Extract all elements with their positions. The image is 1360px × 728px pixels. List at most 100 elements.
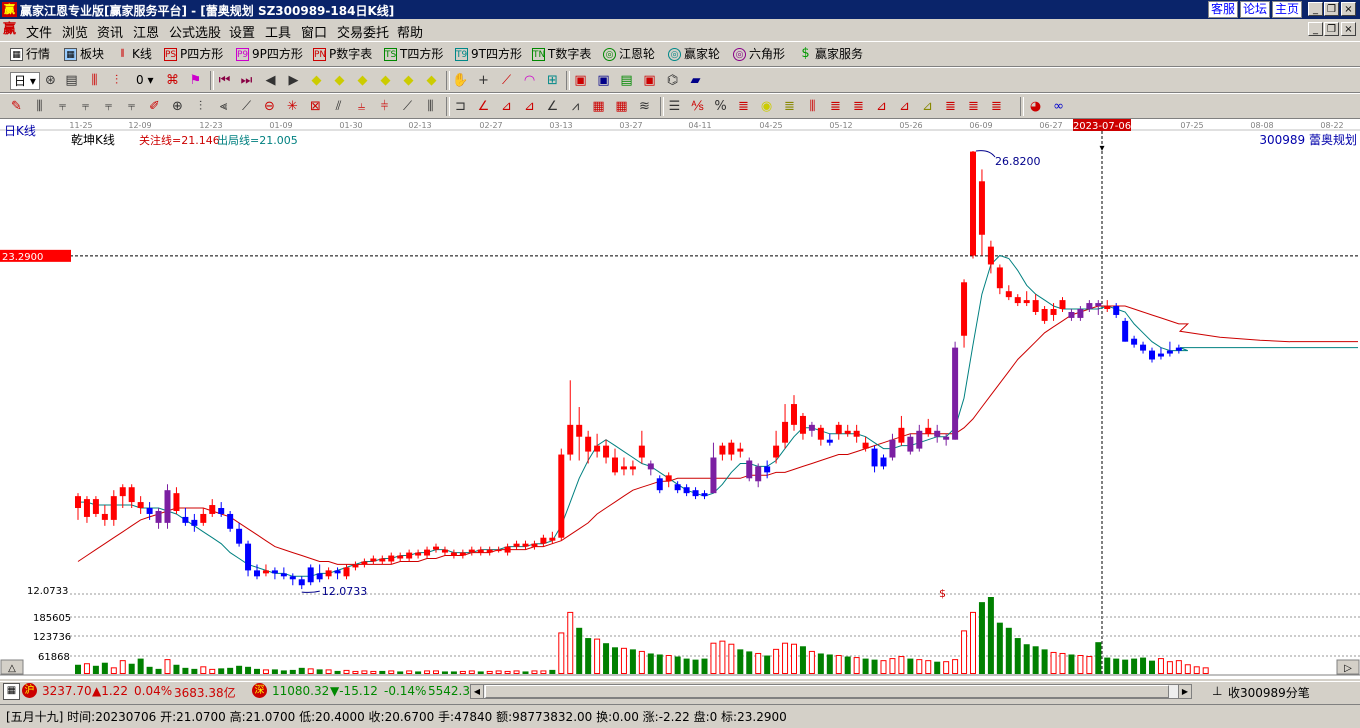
forum-link[interactable]: 论坛 xyxy=(1240,1,1271,18)
next-icon[interactable]: ▶ xyxy=(285,72,302,89)
menu-help[interactable]: 帮助 xyxy=(397,22,423,41)
tb-p-table[interactable]: PN P数字表 xyxy=(313,46,372,62)
menu-trade[interactable]: 交易委托 xyxy=(337,22,389,41)
scroll-right-icon[interactable]: ▶ xyxy=(1178,685,1191,698)
brush-icon[interactable]: ✐ xyxy=(146,98,163,115)
tb-t-square[interactable]: TS T四方形 xyxy=(384,46,443,62)
menu-news[interactable]: 资讯 xyxy=(97,22,123,41)
tb-gann-wheel[interactable]: ◎ 江恩轮 xyxy=(603,46,655,62)
table-2-icon[interactable]: ▦ xyxy=(613,98,630,115)
grid-tool-icon[interactable]: ⫩ xyxy=(376,98,393,115)
save-icon[interactable]: ▣ xyxy=(641,72,658,89)
scroll-left-icon[interactable]: ◀ xyxy=(471,685,484,698)
network-icon[interactable]: ⌬ xyxy=(664,72,681,89)
window-icon[interactable]: ▣ xyxy=(595,72,612,89)
tb-t-table[interactable]: TN T数字表 xyxy=(532,46,591,62)
doc-icon[interactable]: ▤ xyxy=(63,72,80,89)
menu-gann[interactable]: 江恩 xyxy=(133,22,159,41)
level-3-icon[interactable]: ≣ xyxy=(827,98,844,115)
angle-2-icon[interactable]: ⊿ xyxy=(498,98,515,115)
level-5-icon[interactable]: ≣ xyxy=(942,98,959,115)
menu-settings[interactable]: 设置 xyxy=(229,22,255,41)
calendar-icon[interactable]: ▣ xyxy=(572,72,589,89)
tb-hexagon[interactable]: ◎ 六角形 xyxy=(733,46,785,62)
diamond-4-icon[interactable]: ◆ xyxy=(377,72,394,89)
menu-file[interactable]: 文件 xyxy=(26,22,52,41)
prev-icon[interactable]: ◀ xyxy=(262,72,279,89)
diamond-6-icon[interactable]: ◆ xyxy=(423,72,440,89)
percent-tool-icon[interactable]: ⅍ xyxy=(689,98,706,115)
customer-service-link[interactable]: 客服 xyxy=(1208,1,1239,18)
menu-tools[interactable]: 工具 xyxy=(265,22,291,41)
tb-service[interactable]: $ 赢家服务 xyxy=(799,46,863,62)
wave-icon[interactable]: ⩘ xyxy=(567,98,584,115)
mdi-close-button[interactable]: × xyxy=(1341,22,1356,36)
bracket-icon[interactable]: ⊐ xyxy=(452,98,469,115)
scroll-thumb[interactable] xyxy=(485,685,1169,698)
kline-chart-area[interactable]: 11-25 12-09 12-23 01-09 01-30 02-13 02-27 03-13… xyxy=(0,119,1360,679)
flag-icon[interactable]: ⚑ xyxy=(187,72,204,89)
line-tool-icon[interactable]: ⟋ xyxy=(498,72,515,89)
angle-1-icon[interactable]: ∠ xyxy=(475,98,492,115)
menu-formula[interactable]: 公式选股 xyxy=(169,22,221,41)
grid-menu-icon[interactable]: ▦ xyxy=(3,683,20,700)
report-icon[interactable]: ▤ xyxy=(618,72,635,89)
tick-label[interactable]: 收300989分笔 xyxy=(1228,684,1310,701)
gann-tool-3-icon[interactable]: ⫧ xyxy=(100,98,117,115)
percent-icon[interactable]: % xyxy=(712,98,729,115)
restore-button[interactable]: ❐ xyxy=(1324,2,1339,16)
tb-9t-square[interactable]: T9 9T四方形 xyxy=(455,46,522,62)
bars-icon[interactable]: ⫶ xyxy=(192,98,209,115)
angle-7-icon[interactable]: ⊿ xyxy=(919,98,936,115)
first-icon[interactable]: ⏮ xyxy=(216,72,233,89)
ticker-scrollbar[interactable]: ◀ ▶ xyxy=(470,684,1192,699)
star-tool-icon[interactable]: ✳ xyxy=(284,98,301,115)
square-tool-icon[interactable]: ⊠ xyxy=(307,98,324,115)
fan-icon[interactable]: ⟋ xyxy=(238,98,255,115)
mdi-restore-button[interactable]: ❐ xyxy=(1324,22,1339,36)
table-1-icon[interactable]: ▦ xyxy=(590,98,607,115)
angle-4-icon[interactable]: ∠ xyxy=(544,98,561,115)
report-lines-icon[interactable]: ☰ xyxy=(666,98,683,115)
app-menu-icon[interactable]: 赢 xyxy=(3,22,18,37)
tb-p-square[interactable]: PS P四方形 xyxy=(164,46,223,62)
zoom-icon[interactable]: ⌘ xyxy=(164,72,181,89)
trend-tool-icon[interactable]: ⟋ xyxy=(399,98,416,115)
mdi-minimize-button[interactable]: _ xyxy=(1308,22,1323,36)
level-7-icon[interactable]: ≣ xyxy=(988,98,1005,115)
angle-3-icon[interactable]: ⊿ xyxy=(521,98,538,115)
last-icon[interactable]: ⏭ xyxy=(238,72,255,89)
menu-window[interactable]: 窗口 xyxy=(301,22,327,41)
crosshair-icon[interactable]: + xyxy=(475,72,492,89)
level-icon[interactable]: ≣ xyxy=(735,98,752,115)
mark-tool-icon[interactable]: ⫨ xyxy=(353,98,370,115)
pen-icon[interactable]: ✎ xyxy=(8,98,25,115)
kline-type-icon[interactable]: ⫼ xyxy=(86,72,103,89)
level-2-icon[interactable]: ≣ xyxy=(781,98,798,115)
volume-select[interactable]: 0 ▾ xyxy=(136,72,153,88)
kline-style-icon[interactable]: ⫶ xyxy=(108,72,125,89)
diamond-3-icon[interactable]: ◆ xyxy=(354,72,371,89)
tick-list-icon[interactable]: ⊥ xyxy=(1212,684,1222,698)
angle-5-icon[interactable]: ⊿ xyxy=(873,98,890,115)
gann-tool-4-icon[interactable]: ⫧ xyxy=(123,98,140,115)
gann-tool-1-icon[interactable]: ⫧ xyxy=(54,98,71,115)
diamond-2-icon[interactable]: ◆ xyxy=(331,72,348,89)
diamond-5-icon[interactable]: ◆ xyxy=(400,72,417,89)
candle-tool-icon[interactable]: ⫼ xyxy=(804,98,821,115)
circle-grid-icon[interactable]: ⊕ xyxy=(169,98,186,115)
diamond-1-icon[interactable]: ◆ xyxy=(308,72,325,89)
gann-tool-2-icon[interactable]: ⫧ xyxy=(77,98,94,115)
hand-icon[interactable]: ✋ xyxy=(452,72,469,89)
infinity-icon[interactable]: ∞ xyxy=(1050,98,1067,115)
close-button[interactable]: × xyxy=(1341,2,1356,16)
minimize-button[interactable]: _ xyxy=(1308,2,1323,16)
tb-kline[interactable]: ⫼ K线 xyxy=(116,46,151,62)
circle-tool-icon[interactable]: ⊖ xyxy=(261,98,278,115)
overlay-icon[interactable]: ⊞ xyxy=(544,72,561,89)
channel-icon[interactable]: ⫽ xyxy=(330,98,347,115)
tb-winner-wheel[interactable]: ◎ 赢家轮 xyxy=(668,46,720,62)
home-link[interactable]: 主页 xyxy=(1272,1,1303,18)
tb-9p-square[interactable]: P9 9P四方形 xyxy=(236,46,303,62)
level-4-icon[interactable]: ≣ xyxy=(850,98,867,115)
